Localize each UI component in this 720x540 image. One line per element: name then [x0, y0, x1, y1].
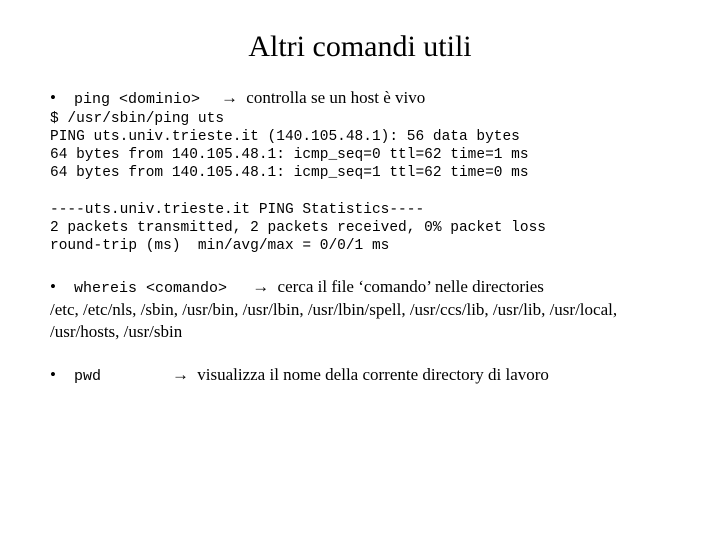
bullet-dot-icon: •	[50, 277, 74, 297]
arrow-icon: →	[172, 365, 189, 384]
cmd-ping: ping <dominio>	[74, 91, 200, 108]
bullet-dot-icon: •	[50, 365, 74, 385]
arrow-icon: →	[252, 277, 269, 296]
cmd-whereis: whereis <comando>	[74, 280, 227, 297]
bullet-dot-icon: •	[50, 88, 74, 108]
bullet-pwd: • pwd → visualizza il nome della corrent…	[50, 365, 670, 385]
cmd-pwd: pwd	[74, 368, 134, 385]
slide-title: Altri comandi utili	[50, 30, 670, 64]
whereis-dirs: /etc, /etc/nls, /sbin, /usr/bin, /usr/lb…	[50, 299, 670, 343]
arrow-icon: →	[221, 88, 238, 107]
desc-whereis: cerca il file ‘comando’ nelle directorie…	[278, 277, 544, 296]
desc-ping: controlla se un host è vivo	[246, 88, 425, 107]
desc-pwd: visualizza il nome della corrente direct…	[197, 365, 549, 384]
bullet-whereis: • whereis <comando> → cerca il file ‘com…	[50, 277, 670, 297]
bullet-ping: • ping <dominio> → controlla se un host …	[50, 88, 670, 108]
ping-output: $ /usr/sbin/ping uts PING uts.univ.tries…	[50, 110, 670, 255]
slide: Altri comandi utili • ping <dominio> → c…	[0, 0, 720, 540]
